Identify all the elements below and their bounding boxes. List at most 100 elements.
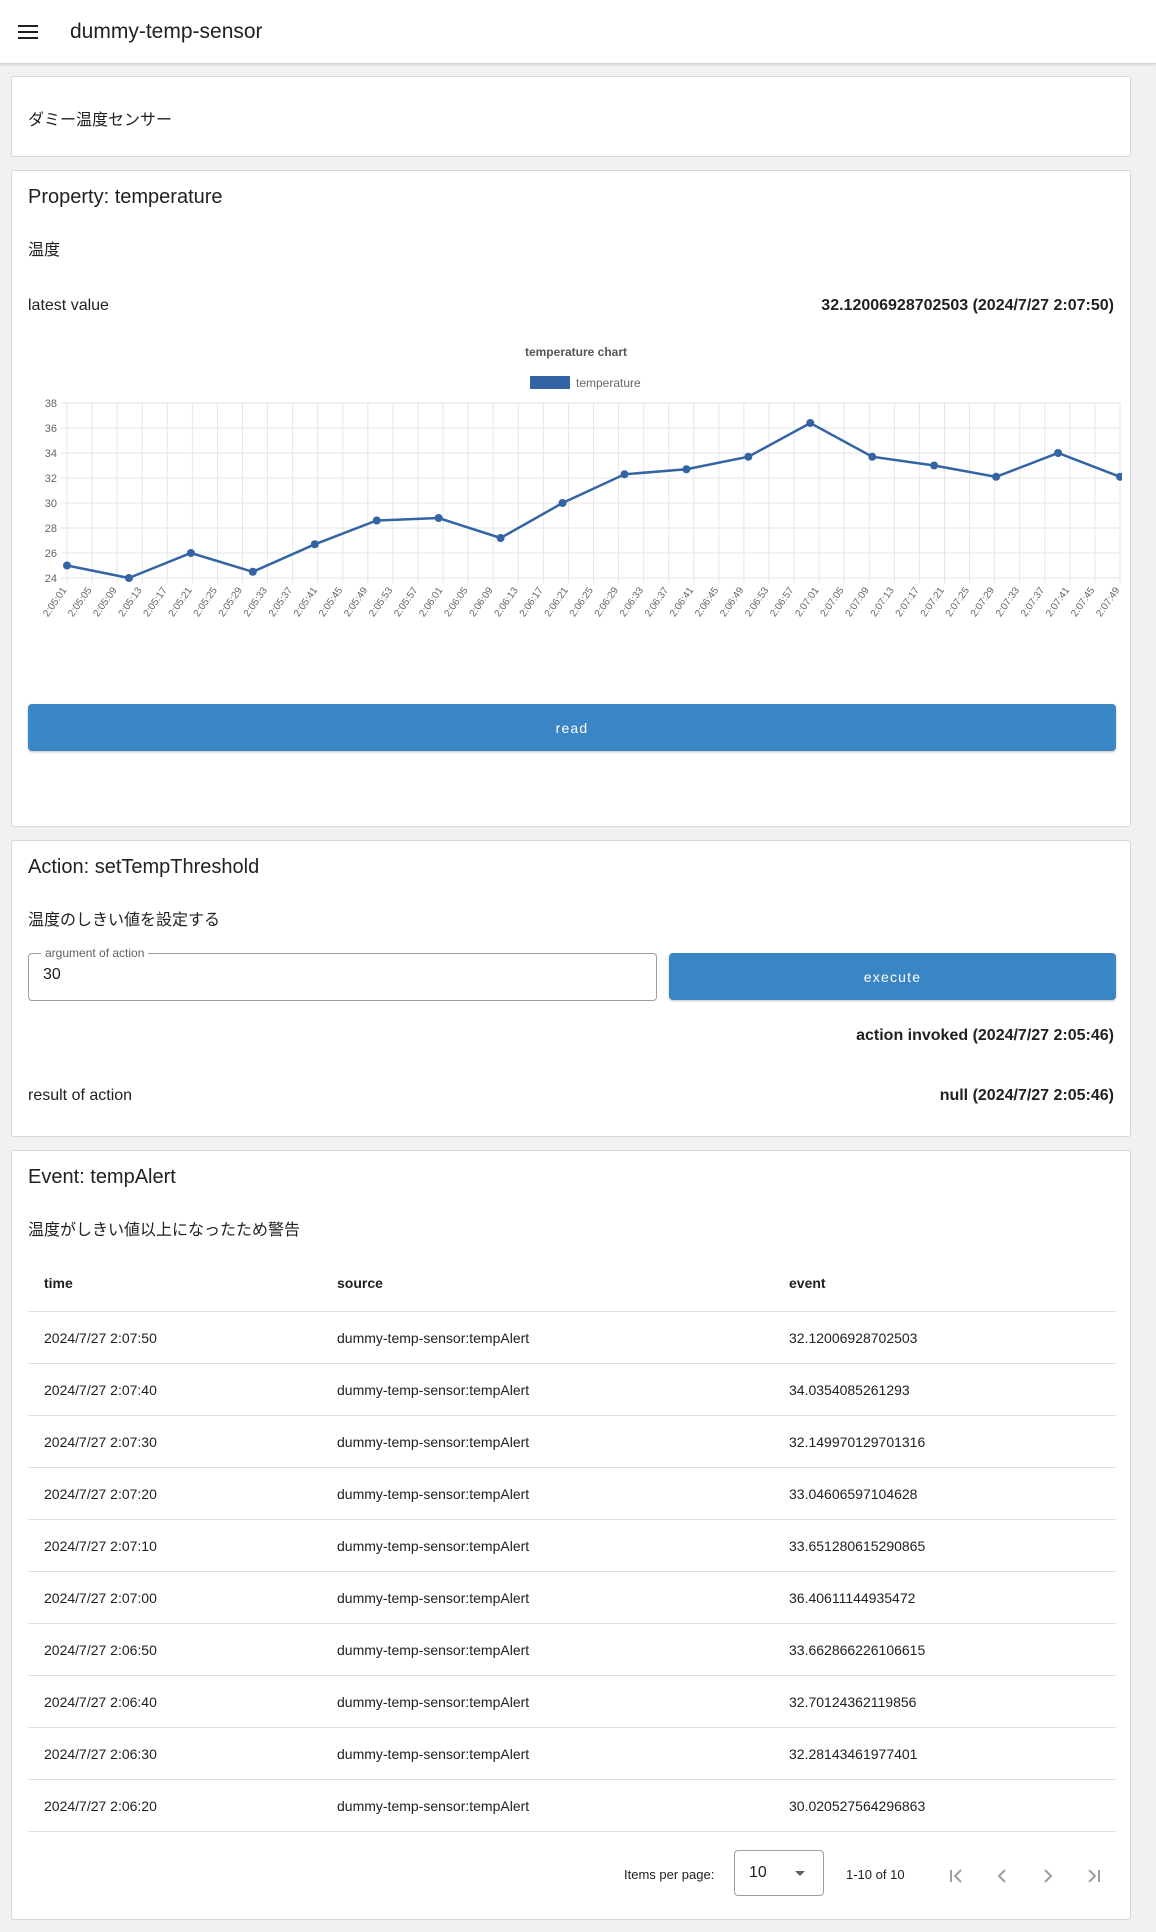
action-description: 温度のしきい値を設定する: [28, 912, 221, 929]
table-row: 2024/7/27 2:06:50 dummy-temp-sensor:tempA…: [28, 1623, 1116, 1676]
y-tick-label: 30: [45, 498, 57, 510]
event-source-cell: dummy-temp-sensor:tempAlert: [321, 1311, 773, 1364]
x-tick-label: 2:07:13: [869, 585, 897, 619]
dropdown-arrow-icon: [795, 1871, 805, 1876]
x-tick-label: 2:05:21: [167, 585, 195, 619]
x-tick-label: 2:05:33: [242, 585, 270, 619]
temperature-data-point: [620, 470, 629, 479]
temperature-data-point: [868, 452, 877, 461]
event-time-cell: 2024/7/27 2:06:30: [28, 1727, 321, 1780]
app-title: dummy-temp-sensor: [70, 19, 263, 43]
x-tick-label: 2:07:29: [969, 585, 997, 619]
temperature-data-point: [930, 461, 939, 470]
chevron-left-icon: [997, 1869, 1006, 1883]
y-tick-label: 38: [45, 398, 57, 410]
temperature-data-point: [1116, 472, 1122, 481]
event-time-cell: 2024/7/27 2:07:10: [28, 1519, 321, 1572]
x-tick-label: 2:07:01: [793, 585, 821, 619]
x-tick-label: 2:07:21: [919, 585, 947, 619]
event-value-cell: 30.020527564296863: [773, 1779, 1116, 1832]
menu-button[interactable]: [0, 0, 56, 63]
thing-description-card: ダミー温度センサー: [11, 76, 1131, 157]
event-source-cell: dummy-temp-sensor:tempAlert: [321, 1519, 773, 1572]
event-source-cell: dummy-temp-sensor:tempAlert: [321, 1727, 773, 1780]
latest-value-label: latest value: [28, 297, 109, 314]
event-value-cell: 33.04606597104628: [773, 1467, 1116, 1520]
x-tick-label: 2:06:53: [743, 585, 771, 619]
x-tick-label: 2:06:37: [643, 585, 671, 619]
x-tick-label: 2:07:37: [1019, 585, 1047, 619]
action-result-label: result of action: [28, 1087, 133, 1104]
property-description: 温度: [28, 242, 61, 259]
table-row: 2024/7/27 2:07:30 dummy-temp-sensor:tempA…: [28, 1415, 1116, 1468]
chevron-right-icon: [1044, 1869, 1053, 1883]
table-row: 2024/7/27 2:07:00 dummy-temp-sensor:tempA…: [28, 1571, 1116, 1624]
items-per-page-label: Items per page:: [624, 1867, 715, 1882]
x-tick-label: 2:05:57: [392, 585, 420, 619]
temperature-data-point: [992, 472, 1001, 481]
temperature-data-point: [372, 516, 381, 525]
menu-icon: [18, 24, 38, 39]
x-tick-label: 2:07:17: [894, 585, 922, 619]
thing-description: ダミー温度センサー: [28, 112, 173, 129]
paginator: Items per page: 10 1-10 of 10: [28, 1848, 1116, 1904]
legend-label: temperature: [576, 376, 641, 390]
last-page-button[interactable]: [1076, 1858, 1112, 1894]
y-tick-label: 26: [45, 548, 57, 560]
event-source-cell: dummy-temp-sensor:tempAlert: [321, 1467, 773, 1520]
event-table-header: time source event: [28, 1255, 1116, 1312]
temperature-data-point: [124, 574, 133, 582]
latest-value: 32.12006928702503 (2024/7/27 2:07:50): [821, 297, 1114, 314]
y-tick-label: 28: [45, 523, 57, 535]
execute-button[interactable]: execute: [669, 953, 1116, 1000]
event-time-cell: 2024/7/27 2:07:00: [28, 1571, 321, 1624]
event-time-cell: 2024/7/27 2:06:40: [28, 1675, 321, 1728]
action-result-value: null (2024/7/27 2:05:46): [939, 1087, 1114, 1104]
action-status: action invoked (2024/7/27 2:05:46): [856, 1027, 1114, 1044]
x-tick-label: 2:06:57: [768, 585, 796, 619]
action-argument-field[interactable]: argument of action: [28, 946, 657, 1001]
app-bar: dummy-temp-sensor: [0, 0, 1156, 64]
event-value-cell: 36.40611144935472: [773, 1571, 1116, 1624]
table-row: 2024/7/27 2:07:10 dummy-temp-sensor:tempA…: [28, 1519, 1116, 1572]
action-argument-input[interactable]: [43, 966, 642, 984]
event-value-cell: 32.149970129701316: [773, 1415, 1116, 1468]
x-tick-label: 2:07:45: [1069, 585, 1097, 619]
column-header-time: time: [28, 1255, 321, 1312]
x-tick-label: 2:05:41: [292, 585, 320, 619]
event-card: Event: tempAlert 温度がしきい値以上になったため警告 time …: [11, 1150, 1131, 1920]
event-table: time source event 2024/7/27 2:07:50 dummy…: [28, 1255, 1116, 1832]
property-title: Property: temperature: [28, 186, 223, 208]
x-tick-label: 2:06:33: [618, 585, 646, 619]
action-argument-label: argument of action: [41, 946, 149, 960]
x-tick-label: 2:05:05: [66, 585, 94, 619]
event-source-cell: dummy-temp-sensor:tempAlert: [321, 1675, 773, 1728]
x-tick-label: 2:05:29: [217, 585, 245, 619]
x-tick-label: 2:05:13: [117, 585, 145, 619]
first-page-button[interactable]: [938, 1858, 974, 1894]
temperature-data-point: [682, 465, 691, 474]
table-row: 2024/7/27 2:07:40 dummy-temp-sensor:tempA…: [28, 1363, 1116, 1416]
previous-page-button[interactable]: [984, 1858, 1020, 1894]
temperature-data-point: [558, 499, 567, 507]
next-page-button[interactable]: [1030, 1858, 1066, 1894]
column-header-source: source: [321, 1255, 773, 1312]
table-row: 2024/7/27 2:07:50 dummy-temp-sensor:tempA…: [28, 1311, 1116, 1364]
x-tick-label: 2:07:49: [1094, 585, 1122, 619]
x-tick-label: 2:06:25: [568, 585, 596, 619]
x-tick-label: 2:05:25: [192, 585, 220, 619]
y-tick-label: 32: [45, 473, 57, 485]
event-source-cell: dummy-temp-sensor:tempAlert: [321, 1415, 773, 1468]
event-source-cell: dummy-temp-sensor:tempAlert: [321, 1779, 773, 1832]
x-tick-label: 2:06:41: [668, 585, 696, 619]
temperature-data-point: [63, 561, 71, 570]
execute-button-label: execute: [863, 968, 922, 985]
property-card: Property: temperature 温度 latest value 32…: [11, 170, 1131, 827]
read-button[interactable]: read: [28, 704, 1116, 751]
items-per-page-select[interactable]: 10: [734, 1850, 824, 1896]
temperature-data-point: [806, 419, 815, 427]
page-range-label: 1-10 of 10: [846, 1867, 905, 1882]
chart-title: temperature chart: [525, 345, 627, 359]
temperature-data-point: [1054, 449, 1063, 457]
event-time-cell: 2024/7/27 2:07:30: [28, 1415, 321, 1468]
